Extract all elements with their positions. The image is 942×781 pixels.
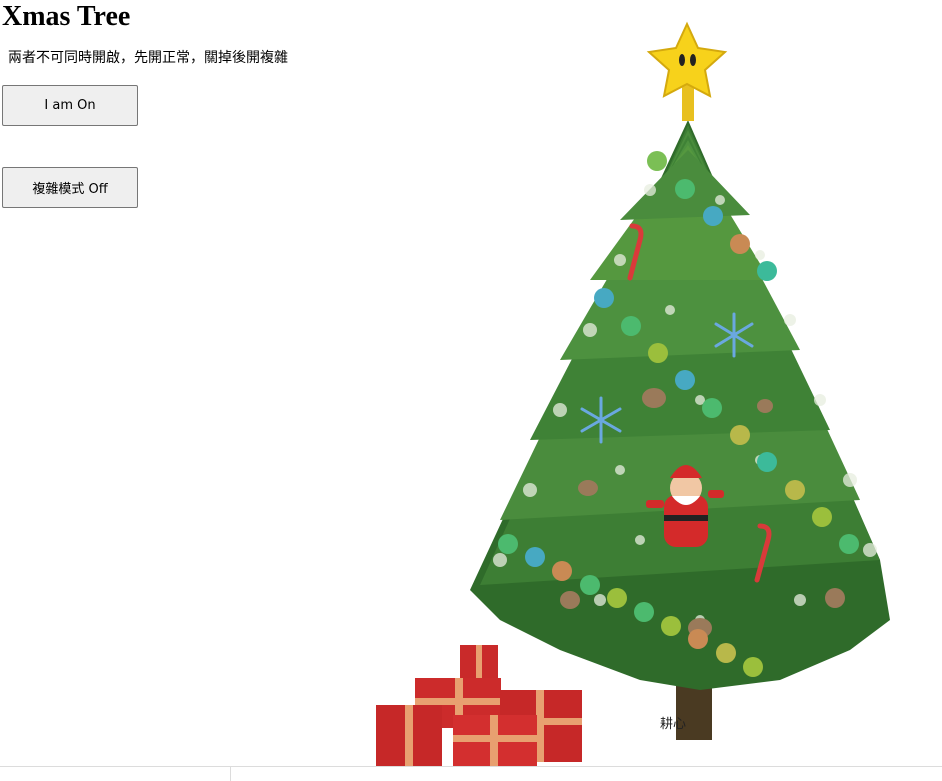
tree-light [812,507,832,527]
tree-light [703,206,723,226]
tree-light [839,534,859,554]
tree-foliage [470,120,890,690]
artist-signature: 耕心 [660,716,686,732]
tree-light [702,398,722,418]
xmas-tree-illustration: 耕心 [376,21,890,767]
tree-light [552,561,572,581]
tree-light [525,547,545,567]
tree-light [675,370,695,390]
star-icon [646,21,728,121]
bottom-divider [0,766,942,767]
tree-light [648,343,668,363]
tree-light [647,151,667,171]
tree-light [675,179,695,199]
toggle-lights-button[interactable]: I am On [2,85,138,126]
bottom-divider-tick [230,767,231,781]
tree-light [688,629,708,649]
tree-light [661,616,681,636]
tree-light [607,588,627,608]
tree-light [757,261,777,281]
instruction-note: 兩者不可同時開啟，先開正常，關掉後開複雜 [8,50,288,66]
tree-light [594,288,614,308]
tree-light [785,480,805,500]
page-title: Xmas Tree [2,1,131,32]
tree-light [621,316,641,336]
complex-mode-button[interactable]: 複雜模式 Off [2,167,138,208]
gift-box-icon [376,645,582,767]
tree-light [757,452,777,472]
tree-light [730,234,750,254]
tree-light [498,534,518,554]
tree-light [716,643,736,663]
tree-light [743,657,763,677]
tree-light [730,425,750,445]
tree-light [634,602,654,622]
tree-light [580,575,600,595]
